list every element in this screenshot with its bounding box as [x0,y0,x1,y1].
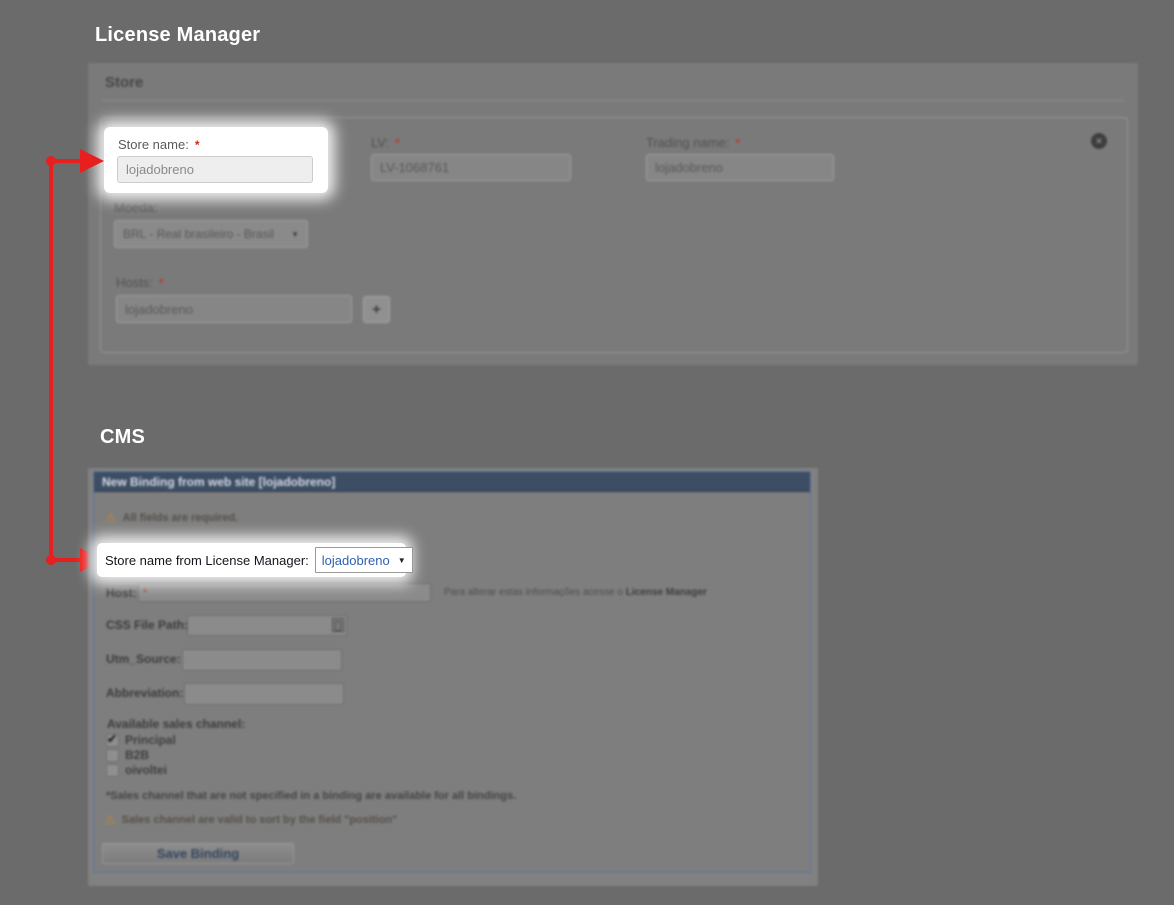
required-warning: ⚠ All fields are required. [105,511,238,524]
sales-channel-option: oivoltei [106,763,167,777]
utm-source-input[interactable] [182,649,342,671]
position-warning: ⚠ Sales channel are valid to sort by the… [104,813,397,826]
add-host-button[interactable]: + [363,296,390,323]
checkbox-oivoltei[interactable] [106,764,119,777]
tutorial-page: { "titles": { "license_manager": "Licens… [0,0,1174,905]
css-file-path-label: CSS File Path: [106,618,188,632]
hosts-input[interactable] [116,295,352,323]
host-input[interactable] [138,583,431,602]
selected-store-name: lojadobreno [322,553,390,568]
cms-store-name-highlight: Store name from License Manager: lojadob… [97,543,406,577]
abbreviation-label: Abbreviation: [106,686,183,700]
lv-label: LV:* [371,134,400,152]
required-asterisk: * [159,276,164,290]
required-asterisk: * [395,136,400,150]
checkbox-b2b[interactable] [106,749,119,762]
store-name-from-lm-select[interactable]: lojadobreno ▼ [315,547,413,573]
moeda-selected-value: BRL - Real brasileiro - Brasil [123,227,274,241]
store-section-title: Store [105,74,143,91]
license-manager-title: License Manager [95,24,260,47]
binding-form-header: New Binding from web site [lojadobreno] [94,472,810,492]
save-binding-button[interactable]: Save Binding [102,843,294,864]
license-manager-panel: Store LV:* Trading name:* ✕ Moeda: BRL -… [88,63,1138,365]
chevron-down-icon: ▼ [398,556,406,565]
required-asterisk: * [735,136,740,150]
trading-name-input[interactable] [646,154,834,181]
store-name-from-lm-label: Store name from License Manager: [105,553,309,568]
utm-source-label: Utm_Source: [106,652,181,666]
sales-channel-label: Available sales channel: [107,717,245,731]
abbreviation-input[interactable] [184,683,344,705]
sales-channel-option: B2B [106,748,149,762]
host-label: Host: [106,586,137,600]
css-file-path-field [187,615,347,636]
host-note: Para alterar estas informações acesse o … [444,587,707,598]
close-icon[interactable]: ✕ [1091,133,1107,149]
hosts-label: Hosts:* [116,274,164,292]
checkbox-principal[interactable] [106,734,119,747]
required-asterisk: * [195,138,200,152]
css-file-path-input[interactable] [187,615,347,636]
sales-channel-option: Principal [106,733,176,747]
moeda-select[interactable]: BRL - Real brasileiro - Brasil ▼ [114,220,308,248]
browse-icon[interactable] [332,618,344,632]
warning-icon: ⚠ [105,511,117,524]
cms-title: CMS [100,426,145,449]
divider [102,100,1124,101]
sales-channel-footnote: *Sales channel that are not specified in… [106,790,516,802]
cms-panel: New Binding from web site [lojadobreno] … [88,468,818,886]
trading-name-label: Trading name:* [646,134,740,152]
store-name-label: Store name:* [118,137,200,152]
warning-icon: ⚠ [104,813,116,826]
store-name-input[interactable] [117,156,313,183]
moeda-label: Moeda: [114,200,157,215]
store-name-highlight: Store name:* [104,127,328,193]
new-binding-form: New Binding from web site [lojadobreno] … [93,471,811,873]
chevron-down-icon: ▼ [291,230,299,239]
lv-input[interactable] [371,154,571,181]
